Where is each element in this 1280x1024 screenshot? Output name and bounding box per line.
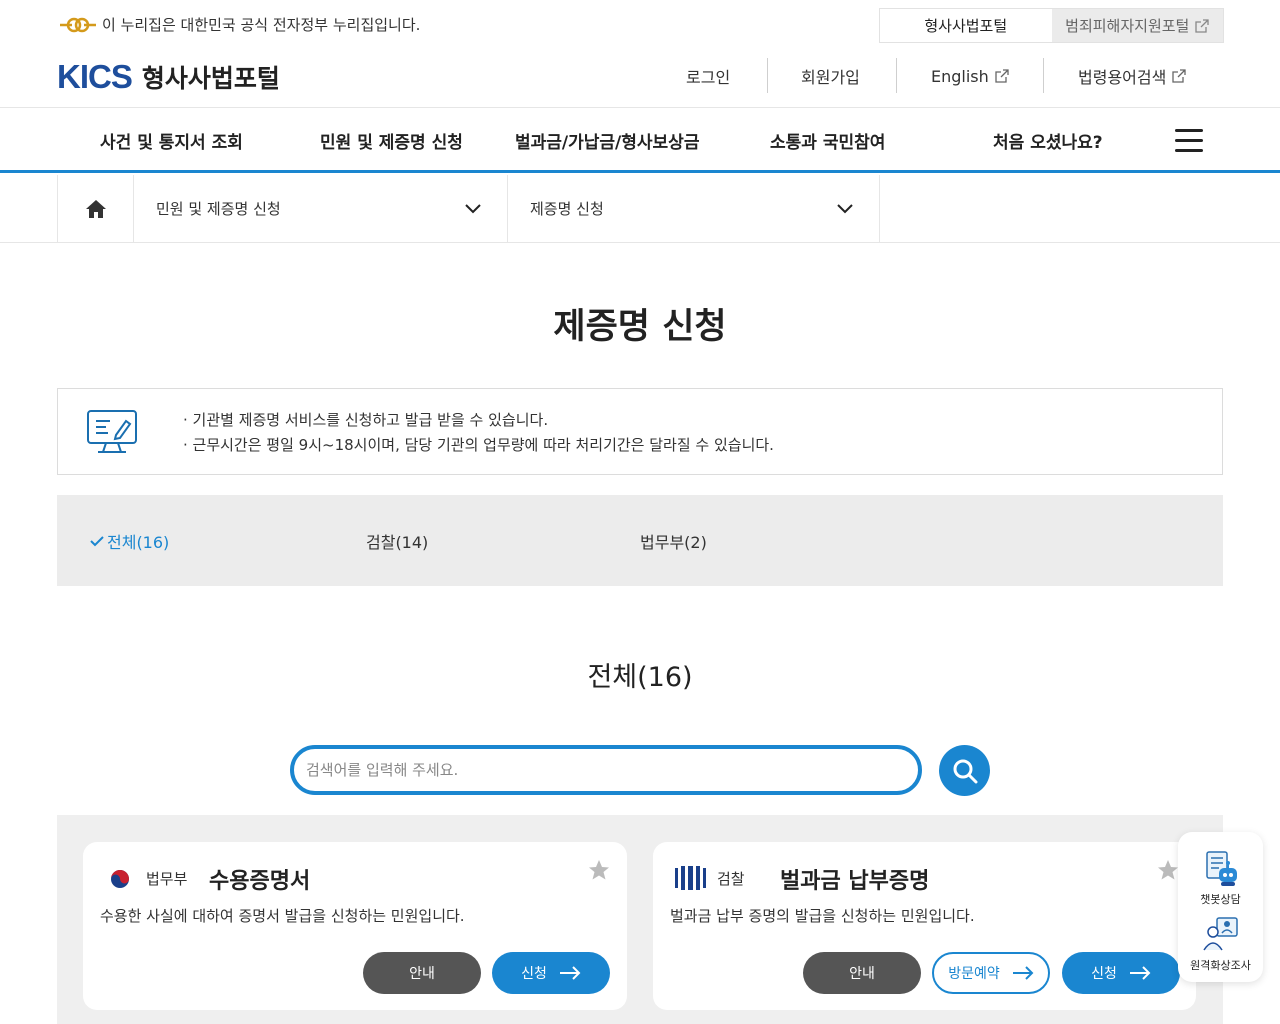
login-label: 로그인 — [686, 68, 731, 87]
nav-first-visit[interactable]: 처음 오셨나요? — [993, 128, 1103, 153]
card-org: 법무부 — [146, 870, 188, 888]
filter-label: 법무부(2) — [640, 533, 707, 552]
card-org: 검찰 — [717, 870, 745, 888]
chevron-down-icon — [837, 203, 853, 213]
filter-all[interactable]: 전체(16) — [90, 529, 169, 553]
gov-emblem-icon — [60, 17, 96, 32]
home-icon — [85, 199, 106, 218]
chatbot-robot-icon — [1205, 851, 1237, 886]
card-description: 수용한 사실에 대하여 증명서 발급을 신청하는 민원입니다. — [100, 907, 465, 925]
card-description: 벌과금 납부 증명의 발급을 신청하는 민원입니다. — [670, 907, 975, 925]
gov-notice-text: 이 누리집은 대한민국 공식 전자정부 누리집입니다. — [102, 16, 421, 34]
favorite-star-icon[interactable] — [587, 858, 611, 882]
english-link[interactable]: English — [931, 58, 1009, 94]
video-investigation-button[interactable]: 원격화상조사 — [1178, 914, 1263, 973]
filter-prosecution[interactable]: 검찰(14) — [366, 529, 428, 553]
gov-notice: 이 누리집은 대한민국 공식 전자정부 누리집입니다. — [58, 14, 420, 35]
info-line: · 근무시간은 평일 9시~18시이며, 담당 기관의 업무량에 따라 처리기간… — [183, 436, 774, 454]
hamburger-menu-icon[interactable] — [1175, 129, 1203, 153]
section-title: 전체(16) — [587, 662, 693, 693]
logo-name: 형사사법포털 — [141, 64, 280, 93]
search-input[interactable] — [294, 749, 918, 791]
button-label: 안내 — [849, 966, 875, 982]
portal-tab-victim[interactable]: 범죄피해자지원포털 — [1051, 9, 1223, 42]
button-label: 방문예약 — [948, 966, 1000, 982]
video-call-person-icon — [1202, 917, 1238, 951]
filter-label: 검찰(14) — [366, 533, 429, 552]
card-title: 벌과금 납부증명 — [780, 869, 930, 894]
search-box — [290, 745, 922, 795]
breadcrumb: 민원 및 제증명 신청 제증명 신청 — [0, 175, 1280, 243]
divider — [767, 58, 768, 93]
site-logo[interactable]: KICS 형사사법포털 — [57, 58, 280, 96]
signup-label: 회원가입 — [801, 68, 860, 87]
guide-button[interactable]: 안내 — [363, 952, 481, 994]
arrow-right-icon — [1129, 966, 1151, 980]
nav-civil-application[interactable]: 민원 및 제증명 신청 — [320, 128, 463, 153]
divider — [896, 58, 897, 93]
breadcrumb-level2-select[interactable]: 제증명 신청 — [507, 175, 880, 242]
service-card: 검찰 벌과금 납부증명 벌과금 납부 증명의 발급을 신청하는 민원입니다. 안… — [653, 842, 1196, 1010]
login-link[interactable]: 로그인 — [686, 58, 730, 94]
chevron-down-icon — [465, 203, 481, 213]
legal-terms-link[interactable]: 법령용어검색 — [1078, 58, 1186, 94]
chatbot-button[interactable]: 챗봇상담 — [1178, 848, 1263, 907]
nav-fines[interactable]: 벌과금/가납금/형사보상금 — [515, 128, 699, 153]
apply-button[interactable]: 신청 — [492, 952, 610, 994]
button-label: 신청 — [521, 966, 547, 982]
category-filter: 전체(16) 검찰(14) 법무부(2) — [57, 495, 1223, 586]
nav-participation[interactable]: 소통과 국민참여 — [770, 128, 885, 153]
info-box: · 기관별 제증명 서비스를 신청하고 발급 받을 수 있습니다. · 근무시간… — [57, 388, 1223, 475]
external-link-icon — [1172, 69, 1186, 83]
page-title: 제증명 신청 — [553, 307, 727, 347]
portal-tab-label: 형사사법포털 — [924, 17, 1008, 35]
filter-justice-ministry[interactable]: 법무부(2) — [640, 529, 707, 553]
legal-terms-label: 법령용어검색 — [1078, 68, 1167, 87]
home-button[interactable] — [57, 175, 133, 242]
info-line: · 기관별 제증명 서비스를 신청하고 발급 받을 수 있습니다. — [183, 411, 549, 429]
portal-tabs: 형사사법포털 범죄피해자지원포털 — [879, 8, 1224, 43]
breadcrumb-level2-label: 제증명 신청 — [530, 200, 604, 218]
visit-reservation-button[interactable]: 방문예약 — [932, 952, 1050, 994]
external-link-icon — [1195, 18, 1209, 33]
main-nav: 사건 및 통지서 조회 민원 및 제증명 신청 벌과금/가납금/형사보상금 소통… — [0, 107, 1280, 173]
breadcrumb-level1-select[interactable]: 민원 및 제증명 신청 — [133, 175, 507, 242]
arrow-right-icon — [559, 966, 581, 980]
apply-button[interactable]: 신청 — [1062, 952, 1180, 994]
prosecution-emblem-icon — [675, 866, 706, 890]
filter-label: 전체(16) — [107, 533, 170, 552]
search-icon — [953, 759, 977, 783]
floating-quick-menu: 챗봇상담 원격화상조사 — [1178, 832, 1263, 982]
signup-link[interactable]: 회원가입 — [801, 58, 860, 94]
button-label: 신청 — [1091, 966, 1117, 982]
english-label: English — [931, 66, 989, 86]
arrow-right-icon — [1012, 966, 1034, 980]
taegeuk-emblem-icon — [111, 870, 129, 888]
divider — [1043, 58, 1044, 93]
favorite-star-icon[interactable] — [1156, 858, 1180, 882]
chatbot-label: 챗봇상담 — [1200, 893, 1241, 906]
button-label: 안내 — [409, 966, 435, 982]
portal-tab-label: 범죄피해자지원포털 — [1065, 17, 1190, 35]
nav-case-inquiry[interactable]: 사건 및 통지서 조회 — [100, 128, 243, 153]
service-card: 법무부 수용증명서 수용한 사실에 대하여 증명서 발급을 신청하는 민원입니다… — [83, 842, 627, 1010]
monitor-edit-icon — [87, 410, 137, 453]
external-link-icon — [995, 69, 1009, 83]
logo-mark: KICS — [57, 58, 133, 95]
video-investigation-label: 원격화상조사 — [1190, 959, 1251, 972]
gov-bar: 이 누리집은 대한민국 공식 전자정부 누리집입니다. 형사사법포털 범죄피해자… — [0, 0, 1280, 50]
portal-tab-criminal[interactable]: 형사사법포털 — [880, 9, 1052, 42]
search-button[interactable] — [939, 745, 990, 796]
check-icon — [90, 536, 104, 547]
guide-button[interactable]: 안내 — [803, 952, 921, 994]
card-title: 수용증명서 — [209, 869, 311, 894]
breadcrumb-level1-label: 민원 및 제증명 신청 — [156, 200, 281, 218]
